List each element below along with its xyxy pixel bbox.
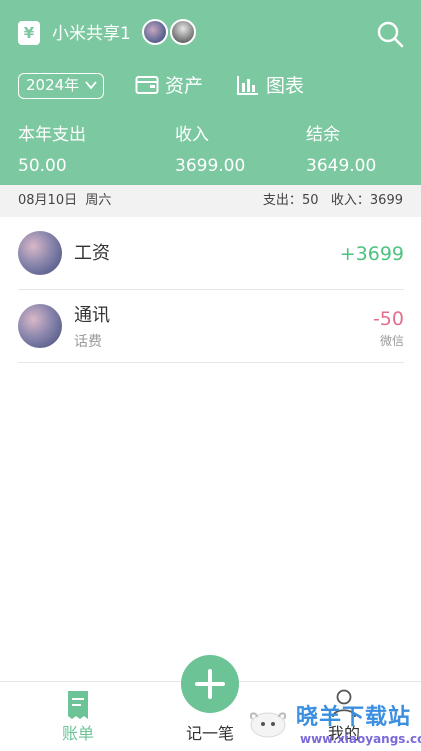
wallet-icon xyxy=(135,76,159,94)
record-subtitle: 话费 xyxy=(74,334,102,350)
day-income-label: 收入： xyxy=(330,193,370,208)
income-label: 收入 xyxy=(175,125,209,145)
year-value: 2024年 xyxy=(26,76,80,94)
assets-label: 资产 xyxy=(165,75,204,97)
day-expense-value: 50 xyxy=(301,193,319,208)
user-icon xyxy=(332,689,356,718)
day-expense-label: 支出： xyxy=(262,193,302,208)
day-weekday: 周六 xyxy=(85,193,112,208)
bar-chart-icon xyxy=(237,76,258,95)
tab-bills[interactable]: 账单 xyxy=(40,682,116,751)
category-avatar xyxy=(18,231,62,275)
book-name[interactable]: 小米共享1 xyxy=(52,22,131,46)
record-payment-method: 微信 xyxy=(379,334,404,348)
record-amount: -50 xyxy=(372,308,404,330)
expense-value: 50.00 xyxy=(18,156,67,176)
record-item[interactable]: 工资 +3699 xyxy=(18,218,404,290)
member-avatar[interactable] xyxy=(142,19,168,45)
tab-bills-label: 账单 xyxy=(61,724,94,743)
header: ¥ 小米共享1 2024年 资产 图表 本年支出 50.00 收入 3699.0… xyxy=(0,0,421,185)
tab-mine-label: 我的 xyxy=(327,724,360,743)
year-select[interactable]: 2024年 xyxy=(18,73,104,99)
day-date: 08月10日 xyxy=(18,193,78,208)
balance-value: 3649.00 xyxy=(306,156,377,176)
record-title: 工资 xyxy=(74,243,110,264)
book-icon[interactable]: ¥ xyxy=(18,21,40,45)
day-header: 08月10日 周六 支出：50 收入：3699 xyxy=(0,185,421,217)
tab-mine[interactable]: 我的 xyxy=(304,682,384,751)
receipt-icon xyxy=(68,691,88,719)
chevron-down-icon xyxy=(85,81,97,90)
search-icon[interactable] xyxy=(376,20,404,48)
charts-label: 图表 xyxy=(266,75,305,97)
record-amount: +3699 xyxy=(339,243,404,265)
record-item[interactable]: 通讯 话费 -50 微信 xyxy=(18,291,404,363)
record-title: 通讯 xyxy=(74,305,110,326)
tab-add-label: 记一笔 xyxy=(185,724,234,743)
day-income-value: 3699 xyxy=(369,193,403,208)
income-value: 3699.00 xyxy=(175,156,246,176)
expense-label: 本年支出 xyxy=(18,125,86,145)
add-record-button[interactable] xyxy=(181,655,239,713)
balance-label: 结余 xyxy=(306,125,340,145)
member-avatar[interactable] xyxy=(170,19,196,45)
category-avatar xyxy=(18,304,62,348)
